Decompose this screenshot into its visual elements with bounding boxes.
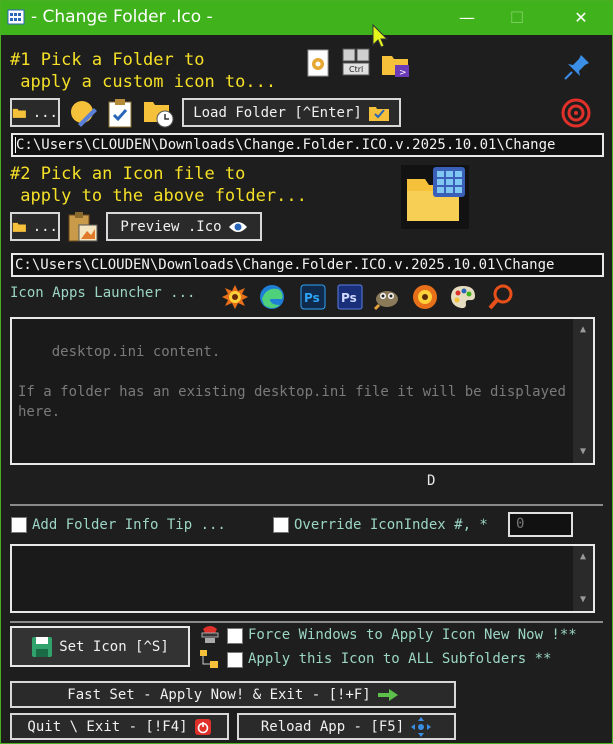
svg-text:>: > — [399, 68, 407, 78]
svg-text:Ps: Ps — [304, 291, 320, 305]
load-folder-button[interactable]: Load Folder [^Enter] — [182, 98, 401, 127]
power-icon — [194, 718, 211, 735]
recent-folder-icon[interactable] — [143, 98, 175, 128]
title-bar[interactable]: - Change Folder .Ico - — ☐ ✕ — [1, 1, 612, 35]
fast-set-label: Fast Set - Apply Now! & Exit - [!+F] — [67, 686, 371, 703]
set-icon-button[interactable]: Set Icon [^S] — [10, 626, 190, 667]
arrow-right-icon — [377, 688, 398, 701]
scroll-up-icon[interactable]: ▲ — [573, 321, 593, 339]
floppy-disk-icon — [32, 636, 53, 657]
folder-icon — [12, 222, 26, 232]
icon-path-value: C:\Users\CLOUDEN\Downloads\Change.Folder… — [15, 257, 555, 273]
photoshop-icon[interactable]: Ps — [299, 283, 327, 311]
desktop-ini-content: desktop.ini content. If a folder has an … — [18, 344, 566, 420]
window-title: - Change Folder .Ico - — [31, 7, 213, 27]
step1-heading: #1 Pick a Folder to apply a custom icon … — [10, 50, 277, 92]
scroll-down-icon[interactable]: ▼ — [573, 443, 593, 461]
reload-label: Reload App - [F5] — [260, 718, 405, 735]
paint-palette-icon[interactable] — [449, 283, 477, 311]
launcher-label: Icon Apps Launcher ... — [10, 285, 196, 301]
override-iconindex-label: Override IconIndex #, * — [294, 517, 488, 533]
apply-subfolders-checkbox[interactable] — [227, 652, 243, 668]
set-icon-label: Set Icon [^S] — [59, 638, 169, 655]
info-tip-scrollbar[interactable]: ▲ ▼ — [573, 546, 593, 611]
iconindex-input[interactable]: 0 — [508, 512, 573, 537]
iconindex-placeholder: 0 — [516, 516, 525, 532]
folder-icon — [12, 108, 26, 118]
folder-path-input[interactable]: C:\Users\CLOUDEN\Downloads\Change.Folder… — [11, 133, 604, 157]
pin-icon[interactable] — [563, 53, 591, 81]
override-iconindex-checkbox[interactable] — [273, 517, 289, 533]
folder-info-tip-checkbox[interactable] — [11, 517, 27, 533]
clipboard-check-icon[interactable] — [107, 98, 133, 128]
browse-folder-button[interactable]: ... — [10, 98, 60, 127]
preview-ico-button[interactable]: Preview .Ico — [106, 212, 262, 241]
photoshop-dark-icon[interactable]: Ps — [336, 283, 364, 311]
force-refresh-icon — [201, 626, 219, 643]
scroll-down-icon[interactable]: ▼ — [573, 591, 593, 609]
keyboard-shortcut-icon[interactable]: Ctrl — [341, 47, 371, 77]
browse-icon-button[interactable]: ... — [10, 212, 60, 241]
quit-button[interactable]: Quit \ Exit - [!F4] — [10, 713, 229, 740]
mouse-cursor-icon — [372, 23, 389, 48]
scroll-up-icon[interactable]: ▲ — [573, 548, 593, 566]
eye-icon — [228, 221, 247, 232]
close-button[interactable]: ✕ — [561, 5, 601, 31]
svg-text:Ctrl: Ctrl — [349, 65, 363, 74]
xnview-icon[interactable] — [221, 283, 249, 311]
svg-text:Ps: Ps — [341, 291, 357, 305]
folder-preview-icon — [407, 167, 465, 221]
window-app-icon — [7, 9, 25, 25]
maximize-button[interactable]: ☐ — [497, 5, 537, 31]
drive-letter: D — [427, 473, 436, 489]
subfolder-tree-icon — [200, 650, 218, 668]
reload-button[interactable]: Reload App - [F5] — [237, 713, 456, 740]
fast-set-button[interactable]: Fast Set - Apply Now! & Exit - [!+F] — [10, 681, 456, 708]
folder-info-tip-label: Add Folder Info Tip ... — [32, 517, 226, 533]
ini-settings-icon[interactable] — [307, 49, 329, 77]
apply-subfolders-label: Apply this Icon to ALL Subfolders ** — [248, 651, 552, 667]
info-tip-textarea[interactable]: ▲ ▼ — [10, 544, 595, 613]
gimp-icon[interactable] — [373, 283, 401, 311]
clipboard-image-icon[interactable] — [67, 211, 99, 243]
desktop-ini-scrollbar[interactable]: ▲ ▼ — [573, 319, 593, 463]
minimize-button[interactable]: — — [447, 5, 487, 31]
force-windows-label: Force Windows to Apply Icon New Now !** — [248, 627, 577, 643]
browse-folder-label: ... — [32, 104, 58, 121]
target-icon[interactable] — [561, 98, 591, 128]
section-divider — [10, 504, 603, 506]
icon-preview-frame — [401, 165, 469, 229]
app-window: - Change Folder .Ico - — ☐ ✕ #1 Pick a F… — [0, 0, 613, 744]
edge-icon[interactable] — [258, 283, 286, 311]
folder-check-icon — [368, 106, 389, 121]
folder-path-value: C:\Users\CLOUDEN\Downloads\Change.Folder… — [16, 137, 556, 153]
desktop-ini-textarea[interactable]: desktop.ini content. If a folder has an … — [10, 317, 595, 465]
magnifier-icon[interactable] — [487, 283, 515, 311]
force-windows-checkbox[interactable] — [227, 628, 243, 644]
xnview-orange-icon[interactable] — [411, 283, 439, 311]
folder-terminal-icon[interactable]: > — [381, 51, 411, 79]
quit-label: Quit \ Exit - [!F4] — [27, 718, 188, 735]
preview-ico-label: Preview .Ico — [120, 218, 222, 235]
step2-heading: #2 Pick an Icon file to apply to the abo… — [10, 164, 307, 206]
pen-folder-icon[interactable] — [68, 98, 98, 128]
icon-path-input[interactable]: C:\Users\CLOUDEN\Downloads\Change.Folder… — [11, 253, 604, 277]
browse-icon-label: ... — [32, 218, 58, 235]
load-folder-label: Load Folder [^Enter] — [193, 104, 362, 121]
section-divider — [10, 621, 603, 623]
reload-icon — [411, 716, 432, 737]
